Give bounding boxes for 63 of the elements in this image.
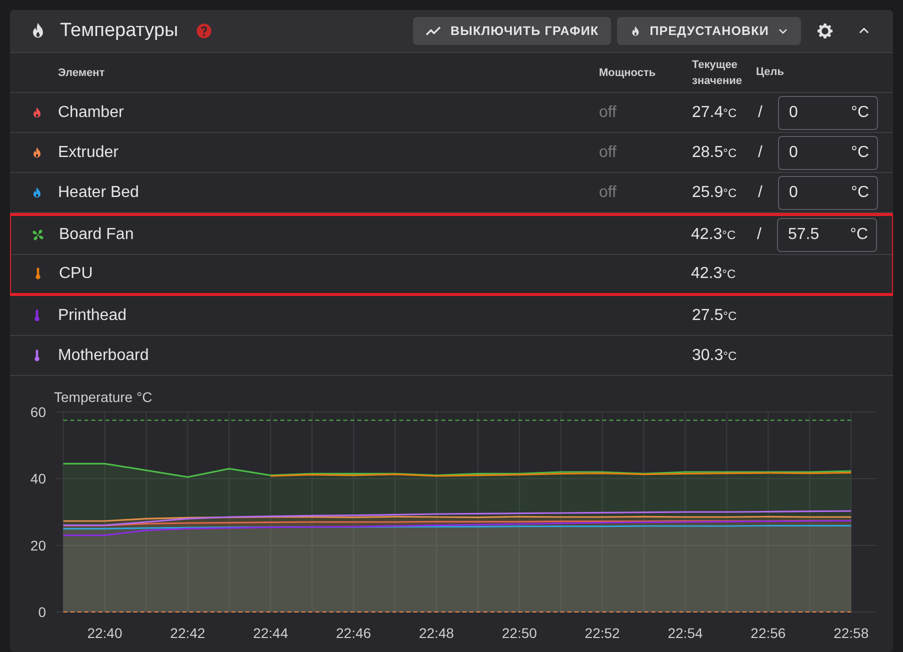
axis-tick-label: 22:58 xyxy=(834,625,869,641)
column-header: Цель xyxy=(756,65,786,80)
target-value-input[interactable]: 0 xyxy=(789,144,839,162)
current-temperature: 27.4 xyxy=(692,104,724,120)
unit-label: °C xyxy=(723,146,737,160)
target-field[interactable]: 0 °C xyxy=(778,176,878,210)
target-value-input[interactable]: 57.5 xyxy=(788,226,838,244)
separator: / xyxy=(757,144,762,160)
current-temperature: 28.5 xyxy=(692,144,724,160)
target-field[interactable]: 0 °C xyxy=(778,136,878,170)
unit-label: °C xyxy=(722,228,736,242)
presets-button[interactable]: ПРЕДУСТАНОВКИ xyxy=(616,17,801,45)
unit-label: °C xyxy=(723,348,737,362)
current-temperature: 42.3 xyxy=(691,265,722,282)
current-temperature: 30.3 xyxy=(692,346,724,364)
axis-tick-label: 22:44 xyxy=(253,625,288,641)
panel-title: Температуры xyxy=(60,20,178,42)
current-temperature: 27.5 xyxy=(692,306,724,324)
separator: / xyxy=(756,226,762,243)
axis-tick-label: 22:50 xyxy=(502,625,537,641)
column-header: Мощность xyxy=(599,66,657,80)
target-field[interactable]: 57.5 °C xyxy=(777,218,877,252)
sensor-name: CPU xyxy=(59,265,94,283)
target-value-input[interactable]: 0 xyxy=(789,184,839,202)
axis-tick-label: 22:52 xyxy=(584,625,620,641)
chart-toggle-button[interactable]: ВЫКЛЮЧИТЬ ГРАФИК xyxy=(412,17,611,45)
sensor-name: Chamber xyxy=(58,104,125,122)
axis-tick-label: 20 xyxy=(30,537,46,554)
sensor-name: Printhead xyxy=(58,306,128,324)
axis-tick-label: 22:40 xyxy=(87,625,122,641)
power-value: off xyxy=(599,104,616,120)
unit-label: °C xyxy=(722,267,736,281)
axis-tick-label: 60 xyxy=(30,404,46,420)
column-header: Элемент xyxy=(58,66,106,80)
unit-label: °C xyxy=(851,184,869,202)
axis-title: Temperature °C xyxy=(54,389,152,405)
unit-label: °C xyxy=(851,144,869,162)
axis-tick-label: 22:46 xyxy=(336,625,372,641)
axis-tick-label: 22:54 xyxy=(668,625,703,641)
unit-label: °C xyxy=(851,104,869,122)
sensor-name: Heater Bed xyxy=(58,184,140,202)
unit-label: °C xyxy=(723,186,737,200)
sensor-name: Board Fan xyxy=(59,226,135,244)
axis-tick-label: 22:56 xyxy=(750,625,786,641)
column-header: Текущее значение xyxy=(692,58,743,88)
power-value: off xyxy=(599,184,616,200)
axis-tick-label: 22:42 xyxy=(170,625,206,641)
target-value-input[interactable]: 0 xyxy=(789,104,839,122)
current-temperature: 42.3 xyxy=(691,226,722,243)
gear-icon xyxy=(815,21,835,41)
axis-tick-label: 0 xyxy=(38,604,46,620)
separator: / xyxy=(757,184,762,200)
target-field[interactable]: 0 °C xyxy=(778,96,878,130)
sensor-name: Motherboard xyxy=(58,346,150,364)
current-temperature: 25.9 xyxy=(692,184,724,200)
axis-tick-label: 40 xyxy=(30,470,46,487)
power-value: off xyxy=(599,144,616,160)
unit-label: °C xyxy=(723,308,737,322)
unit-label: °C xyxy=(850,226,868,244)
unit-label: °C xyxy=(723,106,737,120)
separator: / xyxy=(757,104,762,120)
axis-tick-label: 22:48 xyxy=(418,625,454,641)
sensor-name: Extruder xyxy=(58,144,120,162)
